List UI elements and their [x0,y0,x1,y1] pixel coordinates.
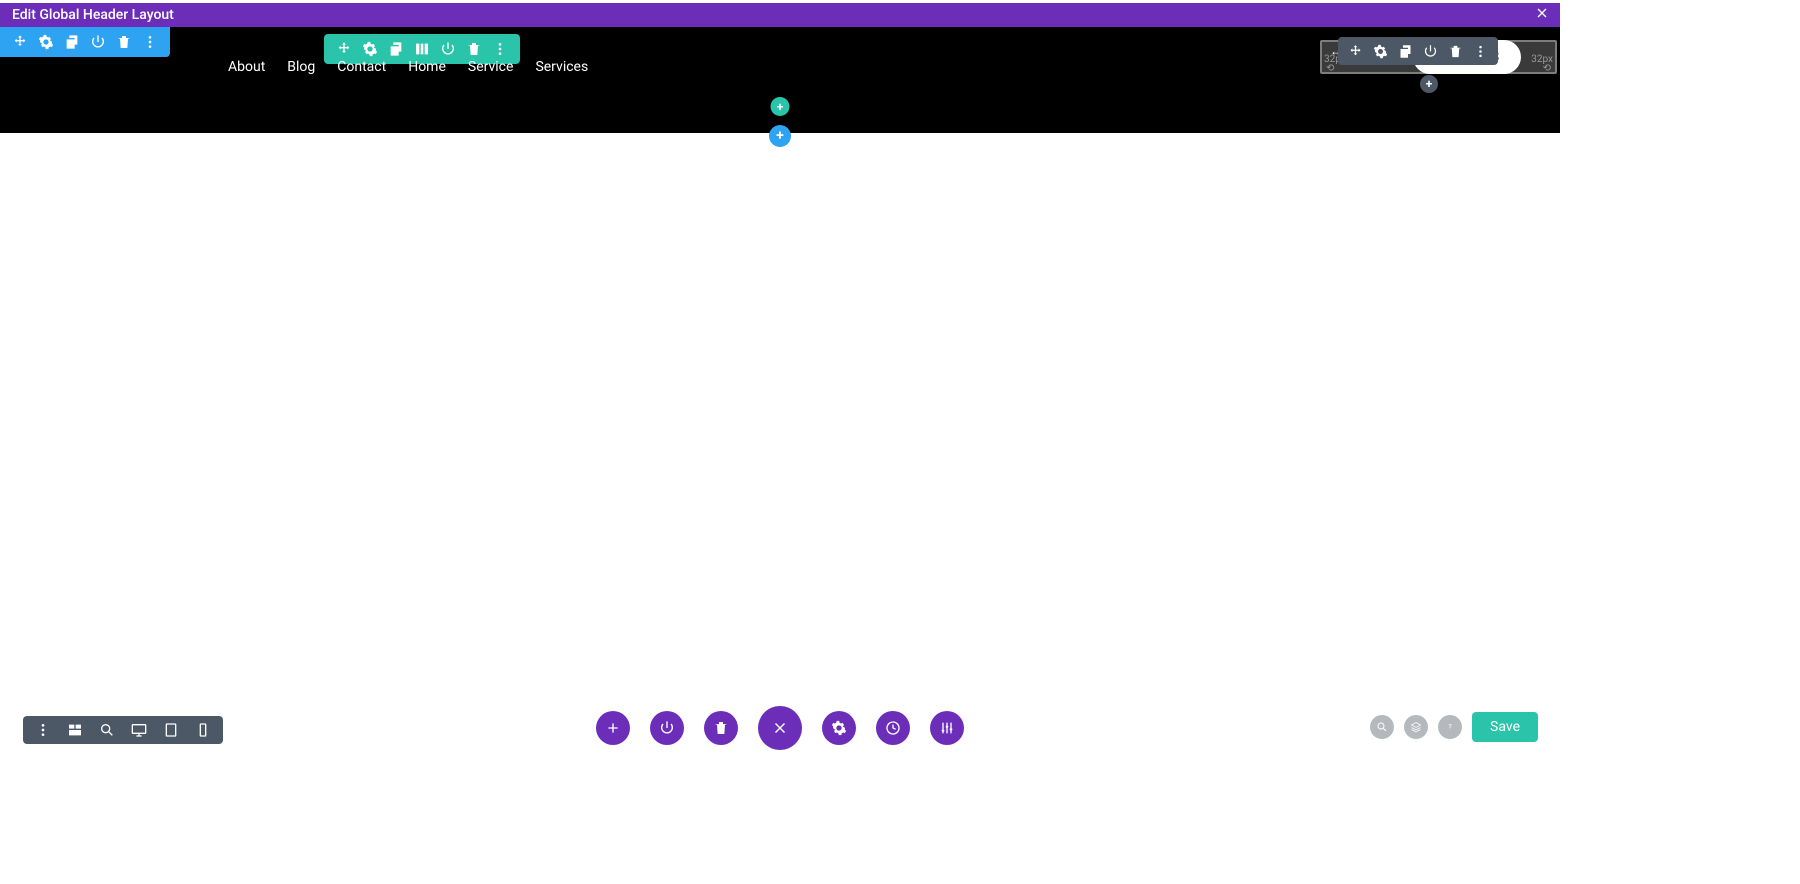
history-button[interactable] [876,711,910,745]
more-icon[interactable] [1473,44,1488,59]
more-icon[interactable] [35,722,51,738]
nav-item[interactable]: Blog [287,59,315,75]
add-row-button[interactable]: + [771,97,790,116]
link-icon[interactable]: ⟲ [1543,63,1551,74]
power-icon[interactable] [440,41,456,57]
bottom-right-actions: ? Save [1370,712,1538,742]
trash-button[interactable] [704,711,738,745]
help-button[interactable]: ? [1438,715,1462,739]
gear-icon[interactable] [362,41,378,57]
gear-icon[interactable] [1373,44,1388,59]
duplicate-icon[interactable] [64,34,80,50]
trash-icon[interactable] [466,41,482,57]
more-icon[interactable] [142,34,158,50]
move-icon[interactable] [1348,44,1363,59]
move-icon[interactable] [12,34,28,50]
columns-icon[interactable] [414,41,430,57]
power-button[interactable] [650,711,684,745]
power-icon[interactable] [90,34,106,50]
add-section-button[interactable]: + [769,125,791,147]
more-icon[interactable] [492,41,508,57]
zoom-icon[interactable] [99,722,115,738]
desktop-icon[interactable] [131,722,147,738]
nav-item[interactable]: Home [408,59,446,75]
nav-item[interactable]: Service [468,59,514,75]
bottom-view-toolbar [23,716,223,744]
gear-icon[interactable] [38,34,54,50]
duplicate-icon[interactable] [1398,44,1413,59]
wireframe-icon[interactable] [67,722,83,738]
duplicate-icon[interactable] [388,41,404,57]
section-toolbar [0,27,170,57]
nav-menu: About Blog Contact Home Service Services [228,59,588,75]
editor-topbar: Edit Global Header Layout [0,3,1560,27]
trash-icon[interactable] [1448,44,1463,59]
close-button[interactable] [1534,5,1550,26]
tablet-icon[interactable] [163,722,179,738]
settings-button[interactable] [822,711,856,745]
save-button[interactable]: Save [1472,712,1538,742]
layers-button[interactable] [1404,715,1428,739]
trash-icon[interactable] [116,34,132,50]
add-button[interactable] [596,711,630,745]
nav-item[interactable]: Contact [337,59,386,75]
nav-item[interactable]: Services [535,59,588,75]
editor-title: Edit Global Header Layout [12,7,174,23]
svg-text:?: ? [1448,724,1452,732]
header-section: About Blog Contact Home Service Services… [0,27,1560,133]
add-module-button[interactable]: + [1420,75,1438,93]
search-button[interactable] [1370,715,1394,739]
module-toolbar [1338,37,1498,65]
power-icon[interactable] [1423,44,1438,59]
sliders-button[interactable] [930,711,964,745]
link-icon[interactable]: ⟲ [1326,63,1334,74]
phone-icon[interactable] [195,722,211,738]
nav-item[interactable]: About [228,59,265,75]
bottom-actions [596,706,964,750]
close-menu-button[interactable] [758,706,802,750]
move-icon[interactable] [336,41,352,57]
